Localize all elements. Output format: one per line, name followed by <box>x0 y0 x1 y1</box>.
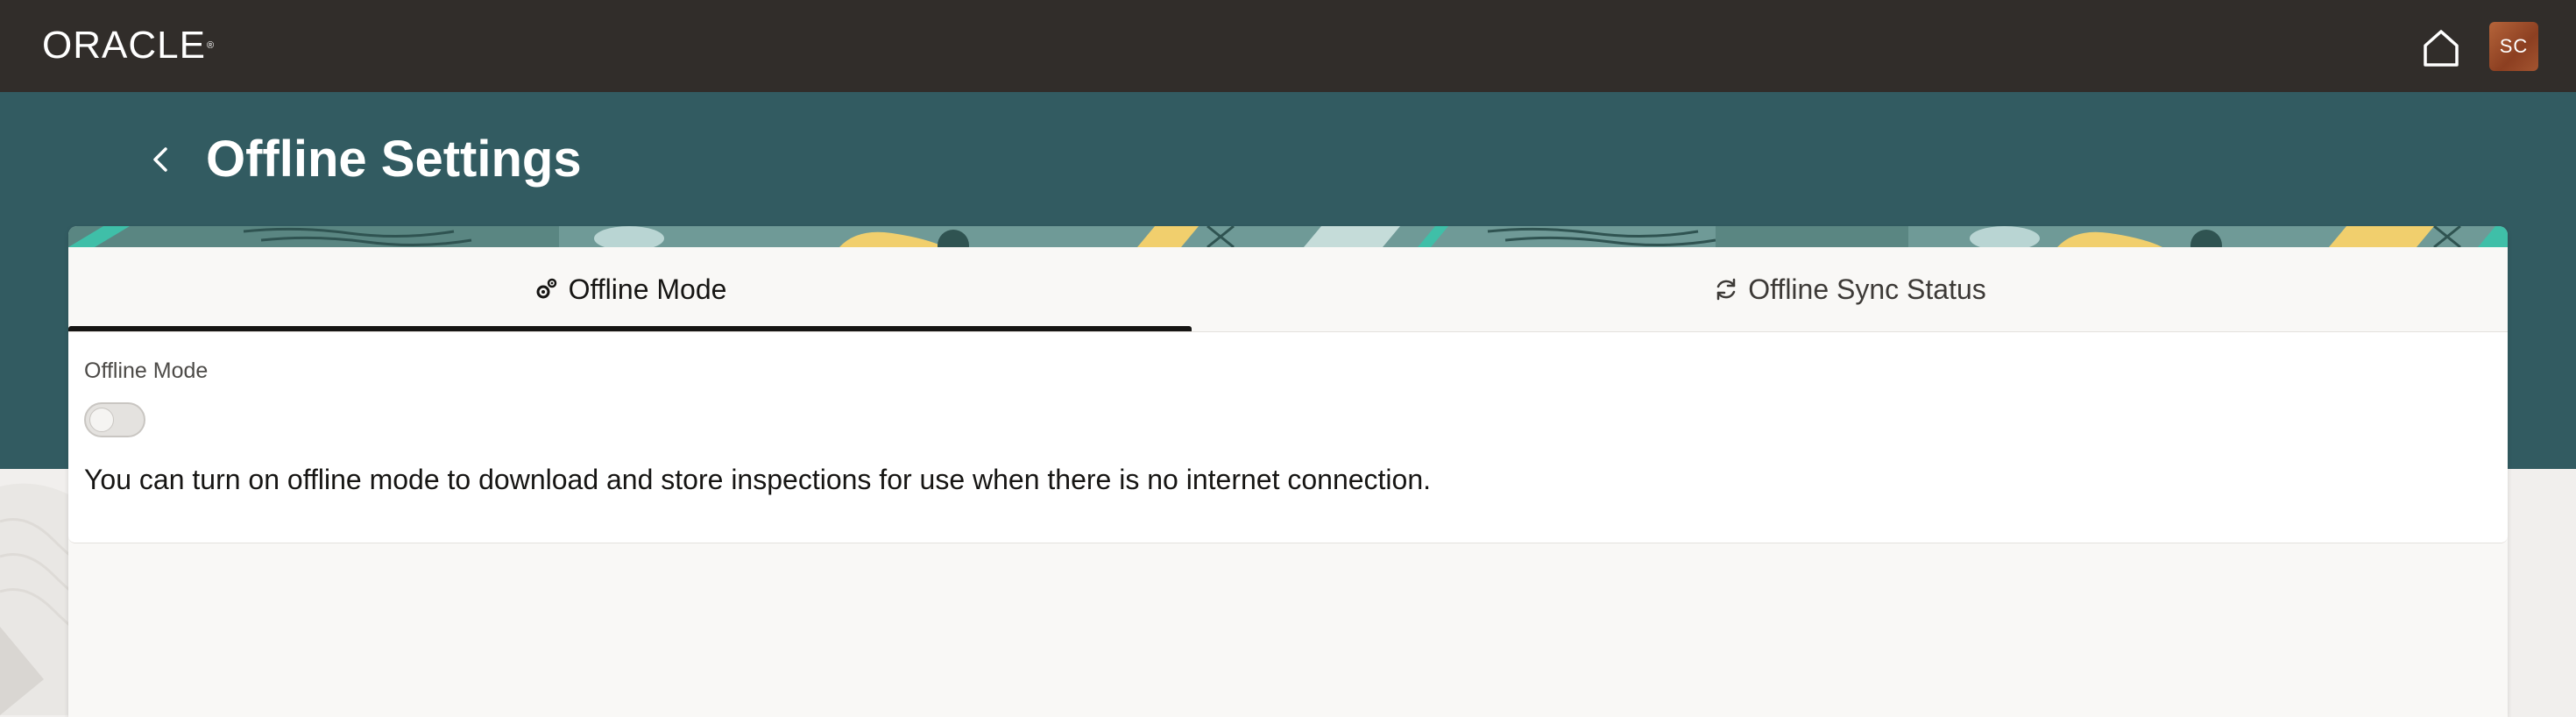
tab-label: Offline Sync Status <box>1748 273 1986 305</box>
home-icon <box>2424 30 2459 67</box>
decorative-banner <box>68 226 2508 247</box>
top-bar: ORACLE® SC <box>0 0 2576 92</box>
user-avatar[interactable]: SC <box>2489 22 2538 71</box>
gears-icon <box>536 278 556 299</box>
offline-mode-panel: Offline Mode You can turn on offline mod… <box>68 331 2508 543</box>
home-button[interactable] <box>2420 26 2462 68</box>
tab-offline-sync-status[interactable]: Offline Sync Status <box>1192 247 2508 331</box>
oracle-logo[interactable]: ORACLE® <box>42 26 215 65</box>
registered-mark: ® <box>206 40 216 51</box>
tab-bar: Offline Mode Offline Sync Status <box>68 247 2508 331</box>
offline-mode-description: You can turn on offline mode to download… <box>84 464 1432 495</box>
brand-wordmark: ORACLE <box>42 24 206 67</box>
chevron-left-icon <box>153 147 167 172</box>
refresh-icon <box>1716 278 1736 301</box>
back-button[interactable] <box>140 138 182 181</box>
tab-offline-mode[interactable]: Offline Mode <box>68 247 1192 331</box>
page-title: Offline Settings <box>206 131 582 188</box>
offline-mode-field-label: Offline Mode <box>84 358 209 383</box>
toggle-knob <box>89 408 114 432</box>
offline-mode-toggle[interactable] <box>84 402 145 437</box>
tab-label: Offline Mode <box>568 273 727 305</box>
settings-card: Offline Mode Offline Sync Status Offline… <box>68 226 2508 717</box>
